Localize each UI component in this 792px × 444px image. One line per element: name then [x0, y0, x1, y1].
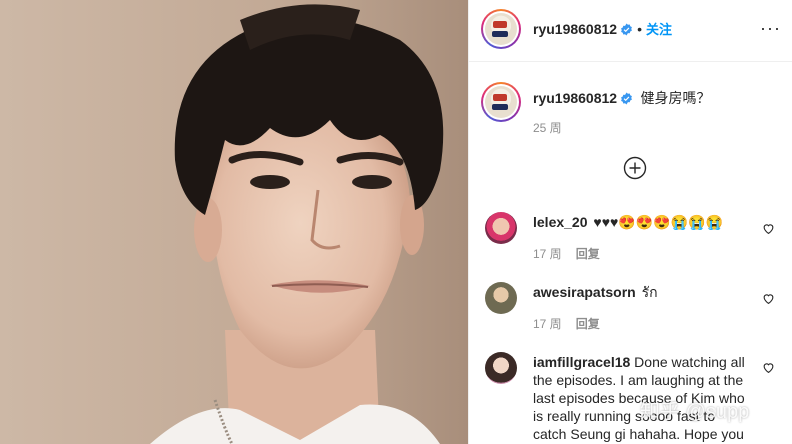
comment-avatar[interactable]: [485, 352, 517, 384]
comment-username[interactable]: lelex_20: [533, 214, 588, 230]
header-separator: •: [637, 21, 642, 37]
header-username[interactable]: ryu19860812: [533, 21, 617, 37]
caption-row: ryu19860812 健身房嗎？: [533, 88, 711, 108]
post-header: ryu19860812 • 关注 ···: [469, 0, 792, 62]
post-photo-art: [0, 0, 468, 444]
comment-text-line: last episodes because of Kim who: [533, 390, 745, 406]
comment-body: lelex_20 ♥♥♥😍😍😍😭😭😭: [533, 213, 723, 231]
avatar-image: [485, 13, 517, 45]
comment-text-line: Done watching all: [634, 354, 745, 370]
comment-time[interactable]: 17 周: [533, 317, 562, 331]
follow-button[interactable]: 关注: [646, 22, 672, 37]
post-side-panel: ryu19860812 • 关注 ··· ryu19860812 健身房嗎？ 25 …: [468, 0, 792, 444]
more-options-icon[interactable]: ···: [760, 18, 781, 39]
reply-button[interactable]: 回复: [576, 247, 600, 261]
heart-outline-icon[interactable]: [762, 222, 775, 235]
post-image[interactable]: [0, 0, 468, 444]
comment-text-line: the episodes. I am laughing at the: [533, 372, 744, 388]
caption-avatar[interactable]: [481, 82, 521, 122]
plus-circle-icon[interactable]: [623, 156, 647, 180]
caption-text: 健身房嗎？: [640, 90, 711, 106]
caption-time[interactable]: 25 周: [533, 119, 562, 136]
comment-avatar[interactable]: [485, 212, 517, 244]
comment-meta: 17 周回复: [533, 245, 600, 262]
comment-username[interactable]: iamfillgracel18: [533, 354, 630, 370]
verified-badge-icon: [621, 92, 632, 105]
heart-outline-icon[interactable]: [762, 292, 775, 305]
comment-body: iamfillgracel18 Done watching all the ep…: [533, 353, 751, 443]
comment-body: awesirapatsorn รัก: [533, 283, 658, 301]
reply-button[interactable]: 回复: [576, 317, 600, 331]
caption-username[interactable]: ryu19860812: [533, 90, 617, 106]
header-avatar[interactable]: [481, 9, 521, 49]
comment-text-line: catch Seung gi hahaha. Hope you: [533, 426, 744, 442]
comment-text: ♥♥♥😍😍😍😭😭😭: [593, 214, 723, 230]
comment-avatar[interactable]: [485, 282, 517, 314]
avatar-image: [485, 86, 517, 118]
comment-username[interactable]: awesirapatsorn: [533, 284, 636, 300]
comment-text: รัก: [641, 284, 658, 300]
comment-time[interactable]: 17 周: [533, 247, 562, 261]
heart-outline-icon[interactable]: [762, 361, 775, 374]
verified-badge-icon: [621, 23, 632, 36]
comment-text-line: is really running soooo fast to: [533, 408, 716, 424]
header-user-row: ryu19860812 • 关注: [533, 19, 672, 39]
comment-meta: 17 周回复: [533, 315, 600, 332]
